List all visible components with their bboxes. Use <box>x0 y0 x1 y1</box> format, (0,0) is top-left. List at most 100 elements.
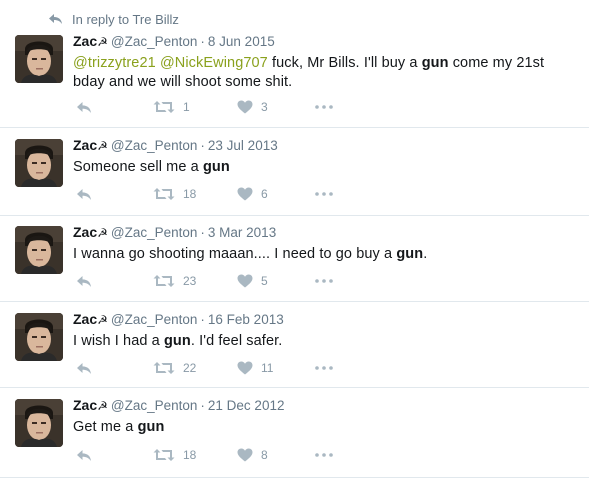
text-segment: Get me a <box>73 419 138 435</box>
user-handle[interactable]: @Zac_Penton <box>111 398 198 413</box>
tweet[interactable]: Zac☭ @Zac_Penton · 21 Dec 2012 Get me a gun 1… <box>0 388 589 478</box>
retweet-count: 22 <box>183 361 197 375</box>
more-icon <box>315 105 333 109</box>
tweet-content: Zac☭ @Zac_Penton · 8 Jun 2015 @trizzytre21 @… <box>73 33 579 92</box>
retweet-icon <box>153 448 175 462</box>
tweet-text: Someone sell me a gun <box>73 158 579 177</box>
avatar[interactable] <box>15 226 63 274</box>
tweet-date[interactable]: 3 Mar 2013 <box>208 225 276 240</box>
more-button[interactable] <box>315 184 333 204</box>
mention-link[interactable]: @trizzytre21 <box>73 55 156 71</box>
tweet-header: Zac☭ @Zac_Penton · 16 Feb 2013 <box>73 311 579 329</box>
separator-dot: · <box>200 225 205 240</box>
tweet-text: Get me a gun <box>73 418 579 437</box>
tweet-date[interactable]: 8 Jun 2015 <box>208 34 275 49</box>
more-button[interactable] <box>315 358 333 378</box>
tweet[interactable]: Zac☭ @Zac_Penton · 16 Feb 2013 I wish I had … <box>0 302 589 388</box>
like-button[interactable]: 3 <box>237 97 268 117</box>
like-count: 3 <box>261 100 268 114</box>
avatar[interactable] <box>15 399 63 447</box>
hammer-sickle-emoji: ☭ <box>97 399 108 413</box>
display-name[interactable]: Zac <box>73 311 97 327</box>
like-button[interactable]: 5 <box>237 271 268 291</box>
tweet[interactable]: Zac☭ @Zac_Penton · 23 Jul 2013 Someone sell … <box>0 128 589 216</box>
mention-link[interactable]: @NickEwing707 <box>160 55 268 71</box>
retweet-count: 23 <box>183 274 197 288</box>
display-name[interactable]: Zac <box>73 224 97 240</box>
avatar[interactable] <box>15 35 63 83</box>
user-handle[interactable]: @Zac_Penton <box>111 312 198 327</box>
highlighted-term: gun <box>137 419 165 435</box>
like-count: 6 <box>261 187 268 201</box>
user-handle[interactable]: @Zac_Penton <box>111 225 198 240</box>
text-segment: . I'd feel safer. <box>190 333 283 349</box>
tweet-text: @trizzytre21 @NickEwing707 fuck, Mr Bill… <box>73 54 579 92</box>
more-button[interactable] <box>315 271 333 291</box>
like-count: 5 <box>261 274 268 288</box>
reply-button[interactable] <box>76 271 92 291</box>
tweet[interactable]: Zac☭ @Zac_Penton · 8 Jun 2015 @trizzytre21 @… <box>0 26 589 128</box>
hammer-sickle-emoji: ☭ <box>97 35 108 49</box>
reply-arrow-icon <box>49 14 62 24</box>
tweet-header: Zac☭ @Zac_Penton · 3 Mar 2013 <box>73 224 579 242</box>
reply-button[interactable] <box>76 184 92 204</box>
like-button[interactable]: 6 <box>237 184 268 204</box>
tweet-content: Zac☭ @Zac_Penton · 16 Feb 2013 I wish I had … <box>73 311 579 351</box>
retweet-button[interactable]: 22 <box>153 358 196 378</box>
more-button[interactable] <box>315 445 333 465</box>
like-icon <box>237 448 253 462</box>
like-icon <box>237 100 253 114</box>
retweet-button[interactable]: 18 <box>153 445 196 465</box>
more-icon <box>315 366 333 370</box>
tweet-date[interactable]: 23 Jul 2013 <box>208 138 278 153</box>
reply-icon <box>76 101 92 114</box>
reply-context-label: In reply to Tre Billz <box>72 11 179 27</box>
tweet-content: Zac☭ @Zac_Penton · 21 Dec 2012 Get me a gun <box>73 397 579 437</box>
highlighted-term: gun <box>202 159 230 175</box>
separator-dot: · <box>200 138 205 153</box>
reply-button[interactable] <box>76 358 92 378</box>
hammer-sickle-emoji: ☭ <box>97 139 108 153</box>
more-icon <box>315 453 333 457</box>
like-icon <box>237 187 253 201</box>
text-segment: fuck, Mr Bills. I'll buy a <box>267 55 422 71</box>
like-icon <box>237 274 253 288</box>
retweet-button[interactable]: 1 <box>153 97 190 117</box>
text-segment: I wish I had a <box>73 333 164 349</box>
tweet-date[interactable]: 21 Dec 2012 <box>208 398 285 413</box>
retweet-icon <box>153 187 175 201</box>
text-segment: Someone sell me a <box>73 159 203 175</box>
like-icon <box>237 361 253 375</box>
tweet-header: Zac☭ @Zac_Penton · 23 Jul 2013 <box>73 137 579 155</box>
avatar[interactable] <box>15 313 63 361</box>
tweet-content: Zac☭ @Zac_Penton · 23 Jul 2013 Someone sell … <box>73 137 579 177</box>
retweet-icon <box>153 100 175 114</box>
more-icon <box>315 279 333 283</box>
retweet-icon <box>153 361 175 375</box>
like-button[interactable]: 11 <box>237 358 273 378</box>
retweet-button[interactable]: 18 <box>153 184 196 204</box>
display-name[interactable]: Zac <box>73 397 97 413</box>
retweet-count: 1 <box>183 100 190 114</box>
more-button[interactable] <box>315 97 333 117</box>
tweet-header: Zac☭ @Zac_Penton · 8 Jun 2015 <box>73 33 579 51</box>
retweet-button[interactable]: 23 <box>153 271 196 291</box>
user-handle[interactable]: @Zac_Penton <box>111 138 198 153</box>
reply-icon <box>76 362 92 375</box>
display-name[interactable]: Zac <box>73 33 97 49</box>
retweet-icon <box>153 274 175 288</box>
like-button[interactable]: 8 <box>237 445 268 465</box>
tweet[interactable]: Zac☭ @Zac_Penton · 3 Mar 2013 I wanna go sho… <box>0 216 589 302</box>
reply-button[interactable] <box>76 97 92 117</box>
tweet-header: Zac☭ @Zac_Penton · 21 Dec 2012 <box>73 397 579 415</box>
text-segment: . <box>423 246 428 262</box>
highlighted-term: gun <box>163 333 191 349</box>
retweet-count: 18 <box>183 187 197 201</box>
display-name[interactable]: Zac <box>73 137 97 153</box>
reply-button[interactable] <box>76 445 92 465</box>
user-handle[interactable]: @Zac_Penton <box>111 34 198 49</box>
tweet-date[interactable]: 16 Feb 2013 <box>208 312 284 327</box>
avatar[interactable] <box>15 139 63 187</box>
like-count: 8 <box>261 448 268 462</box>
reply-icon <box>76 275 92 288</box>
